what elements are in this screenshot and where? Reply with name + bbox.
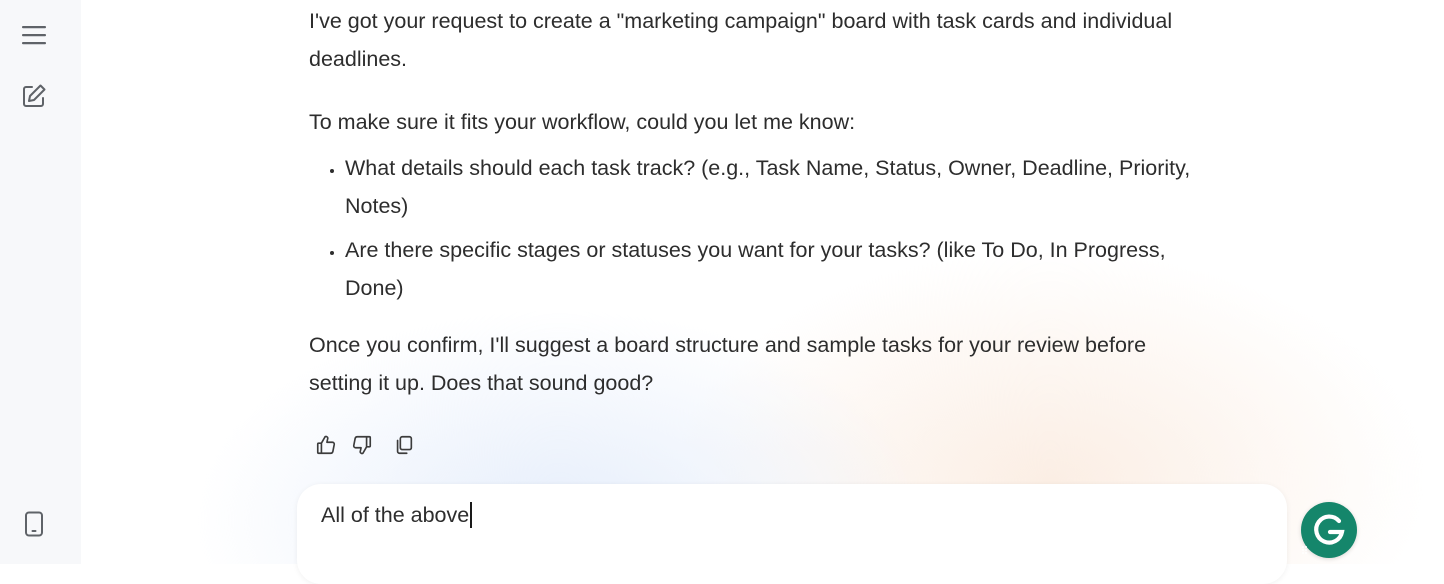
edit-note-icon[interactable] (18, 80, 50, 112)
assistant-message: I've got your request to create a "marke… (309, 2, 1209, 402)
text-caret (470, 502, 473, 528)
grammarly-drag-handle-icon[interactable] (1301, 544, 1311, 556)
message-actions (312, 430, 418, 460)
sidebar (0, 0, 81, 564)
mobile-device-icon[interactable] (18, 508, 50, 540)
list-item: Are there specific stages or statuses yo… (345, 231, 1209, 307)
message-paragraph: I've got your request to create a "marke… (309, 9, 1173, 71)
thumbs-down-icon[interactable] (348, 431, 376, 459)
hamburger-menu-icon[interactable] (18, 19, 50, 51)
list-item: What details should each task track? (e.… (345, 149, 1209, 225)
chat-input-box[interactable]: All of the above (297, 484, 1287, 584)
message-paragraph: To make sure it fits your workflow, coul… (309, 110, 856, 134)
chat-input-value: All of the above (321, 502, 470, 527)
bullet-list: What details should each task track? (e.… (309, 149, 1209, 307)
message-paragraph: Once you confirm, I'll suggest a board s… (309, 333, 1147, 395)
thumbs-up-icon[interactable] (312, 431, 340, 459)
chat-input[interactable]: All of the above (321, 502, 473, 528)
copy-icon[interactable] (390, 431, 418, 459)
